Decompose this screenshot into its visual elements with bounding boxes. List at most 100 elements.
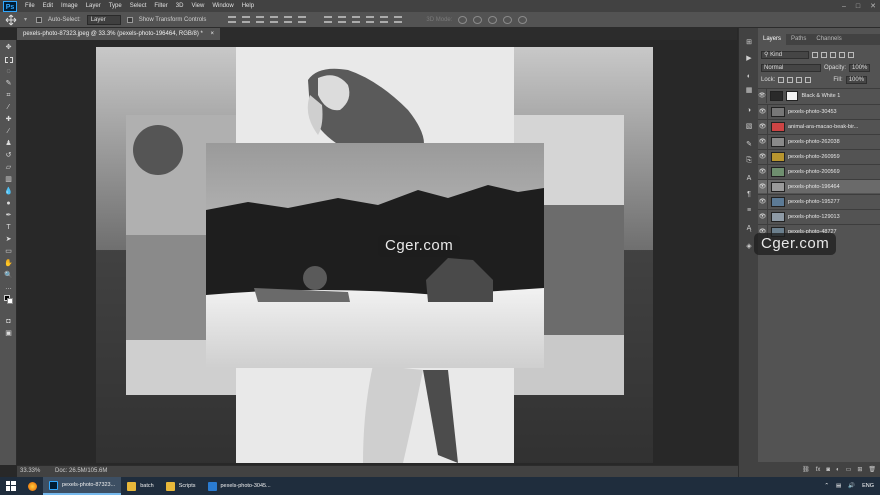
align-top-icon[interactable]: [228, 16, 237, 23]
network-icon[interactable]: ▤: [836, 483, 841, 489]
taskbar-item-scripts[interactable]: Scripts: [160, 477, 202, 495]
menu-window[interactable]: Window: [208, 0, 237, 12]
blur-tool-icon[interactable]: 💧: [4, 188, 13, 196]
menu-layer[interactable]: Layer: [82, 0, 105, 12]
distribute-top-icon[interactable]: [324, 16, 333, 23]
properties-panel-icon[interactable]: ≡: [744, 206, 754, 215]
brush-panel-icon[interactable]: ✎: [744, 140, 754, 149]
zoom-level[interactable]: 33.33%: [20, 466, 40, 477]
visibility-eye-icon[interactable]: 👁: [758, 119, 768, 134]
layer-row[interactable]: 👁 pexels-photo-200569: [758, 164, 880, 179]
tab-paths[interactable]: Paths: [786, 34, 811, 45]
distribute-hcenter-icon[interactable]: [380, 16, 389, 23]
align-right-icon[interactable]: [298, 16, 307, 23]
adjustments-panel-icon[interactable]: ◑: [744, 106, 754, 115]
align-vcenter-icon[interactable]: [242, 16, 251, 23]
brush-tool-icon[interactable]: ∕: [4, 128, 13, 136]
firefox-button[interactable]: [22, 477, 43, 495]
canvas-area[interactable]: Cger.com: [18, 40, 738, 465]
quick-select-tool-icon[interactable]: ✎: [4, 80, 13, 88]
tool-preset-arrow-icon[interactable]: ▾: [24, 16, 30, 23]
taskbar-item-photoshop[interactable]: pexels-photo-87323...: [43, 477, 122, 495]
language-indicator[interactable]: ENG: [862, 483, 874, 489]
fx-icon[interactable]: fx: [816, 467, 821, 473]
align-bottom-icon[interactable]: [256, 16, 265, 23]
visibility-eye-icon[interactable]: 👁: [758, 134, 768, 149]
3d-rotate-icon[interactable]: [458, 15, 468, 24]
character-panel-icon[interactable]: A: [744, 174, 754, 183]
lock-position-icon[interactable]: [796, 77, 803, 83]
visibility-eye-icon[interactable]: 👁: [758, 164, 768, 179]
adjustment-icon[interactable]: ◐: [836, 467, 840, 473]
tab-channels[interactable]: Channels: [811, 34, 846, 45]
new-layer-icon[interactable]: ⊞: [857, 466, 862, 473]
document-tab[interactable]: pexels-photo-87323.jpeg @ 33.3% (pexels-…: [17, 28, 221, 40]
tab-layers[interactable]: Layers: [758, 34, 787, 45]
3d-roll-icon[interactable]: [473, 15, 483, 24]
distribute-bottom-icon[interactable]: [352, 16, 361, 23]
filter-smart-icon[interactable]: [848, 52, 854, 58]
layer-row-selected[interactable]: 👁 pexels-photo-196464: [758, 179, 880, 194]
fill-field[interactable]: 100%: [845, 76, 868, 84]
start-button[interactable]: [0, 477, 22, 495]
hand-tool-icon[interactable]: ✋: [4, 260, 13, 268]
history-brush-tool-icon[interactable]: ↺: [4, 152, 13, 160]
layer-row[interactable]: 👁 pexels-photo-195277: [758, 194, 880, 209]
menu-view[interactable]: View: [187, 0, 208, 12]
swatches-panel-icon[interactable]: ▦: [744, 86, 754, 95]
minimize-button[interactable]: –: [842, 3, 846, 10]
dodge-tool-icon[interactable]: ●: [4, 200, 13, 208]
3d-drag-icon[interactable]: [488, 15, 498, 24]
align-left-icon[interactable]: [270, 16, 279, 23]
menu-edit[interactable]: Edit: [39, 0, 57, 12]
visibility-eye-icon[interactable]: 👁: [758, 104, 768, 119]
marquee-tool-icon[interactable]: [4, 56, 13, 64]
paragraph-panel-icon[interactable]: ¶: [744, 190, 754, 199]
rectangle-tool-icon[interactable]: ▭: [4, 248, 13, 256]
menu-file[interactable]: File: [21, 0, 39, 12]
history-panel-icon[interactable]: ⊞: [744, 38, 754, 47]
visibility-eye-icon[interactable]: 👁: [758, 88, 768, 103]
filter-pixel-icon[interactable]: [812, 52, 818, 58]
visibility-eye-icon[interactable]: 👁: [758, 149, 768, 164]
filter-shape-icon[interactable]: [839, 52, 845, 58]
styles-panel-icon[interactable]: ▧: [744, 122, 754, 131]
visibility-eye-icon[interactable]: 👁: [758, 194, 768, 209]
lasso-tool-icon[interactable]: ◌: [4, 68, 13, 76]
transform-controls-checkbox[interactable]: [126, 16, 133, 23]
taskbar-item-photo-viewer[interactable]: pexels-photo-3045...: [202, 477, 277, 495]
color-panel-icon[interactable]: ◐: [744, 72, 754, 81]
more-tools-icon[interactable]: …: [4, 284, 13, 292]
layer-row[interactable]: 👁 pexels-photo-129013: [758, 209, 880, 224]
auto-select-checkbox[interactable]: [36, 16, 42, 23]
layer-row-black-white[interactable]: 👁 Black & White 1: [758, 88, 880, 103]
3d-scale-icon[interactable]: [518, 15, 528, 24]
menu-help[interactable]: Help: [238, 0, 258, 12]
filter-type-icon[interactable]: [830, 52, 836, 58]
layers-panel-icon[interactable]: ◈: [744, 242, 754, 251]
distribute-vcenter-icon[interactable]: [338, 16, 347, 23]
kind-filter-dropdown[interactable]: ⚲ Kind: [761, 51, 809, 59]
gradient-tool-icon[interactable]: ▥: [4, 176, 13, 184]
glyphs-panel-icon[interactable]: Ą: [744, 224, 754, 233]
close-tab-icon[interactable]: ×: [211, 31, 215, 37]
path-selection-tool-icon[interactable]: ➤: [4, 236, 13, 244]
menu-image[interactable]: Image: [57, 0, 82, 12]
distribute-left-icon[interactable]: [366, 16, 375, 23]
lock-transparent-icon[interactable]: [778, 77, 785, 83]
visibility-eye-icon[interactable]: 👁: [758, 179, 768, 194]
blend-mode-dropdown[interactable]: Normal: [761, 64, 821, 72]
menu-3d[interactable]: 3D: [172, 0, 188, 12]
type-tool-icon[interactable]: T: [4, 224, 13, 232]
taskbar-item-batch[interactable]: batch: [121, 477, 159, 495]
clone-source-panel-icon[interactable]: ⎘: [744, 156, 754, 165]
maximize-button[interactable]: □: [856, 3, 860, 10]
move-tool-icon[interactable]: ✥: [4, 44, 13, 52]
volume-icon[interactable]: 🔊: [848, 483, 855, 489]
link-icon[interactable]: ⛓: [802, 466, 810, 473]
trash-icon[interactable]: 🗑: [868, 466, 876, 473]
quick-mask-icon[interactable]: ◘: [4, 318, 13, 326]
tray-arrow-icon[interactable]: ⌃: [824, 483, 829, 489]
layer-row[interactable]: 👁 pexels-photo-30453: [758, 104, 880, 119]
visibility-eye-icon[interactable]: 👁: [758, 209, 768, 224]
